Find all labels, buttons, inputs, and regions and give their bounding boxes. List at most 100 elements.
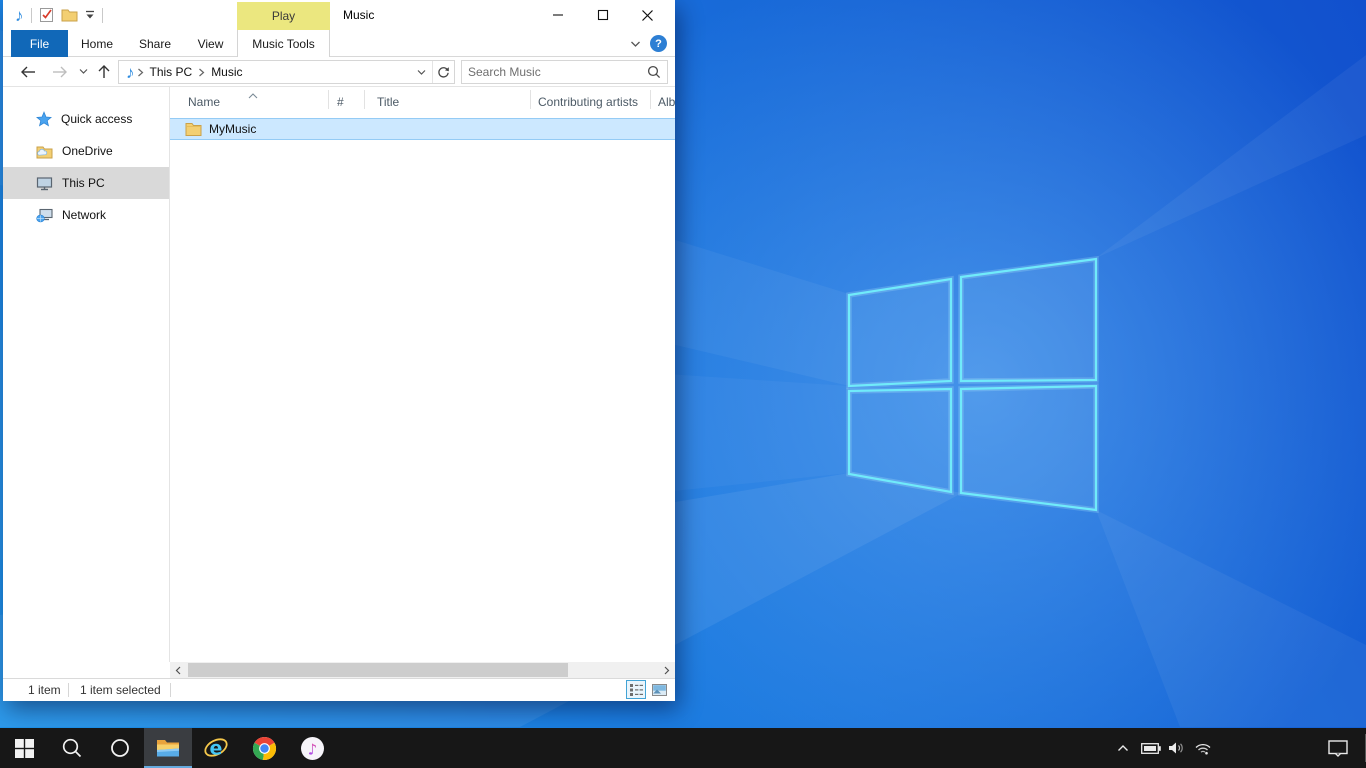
customize-quick-access-button[interactable] xyxy=(85,10,95,20)
details-view-button[interactable] xyxy=(626,680,646,699)
breadcrumb-music[interactable]: Music xyxy=(205,65,248,79)
minimize-ribbon-button[interactable] xyxy=(630,37,641,51)
tab-music-tools[interactable]: Music Tools xyxy=(237,30,330,57)
scroll-left-button[interactable] xyxy=(170,662,186,678)
back-button[interactable] xyxy=(19,65,37,79)
sidebar-item-label: Quick access xyxy=(61,112,132,126)
close-button[interactable] xyxy=(625,0,670,30)
chevron-right-icon xyxy=(664,666,670,675)
column-divider[interactable] xyxy=(328,90,329,109)
column-header-album[interactable]: Alb xyxy=(658,95,675,109)
horizontal-scrollbar[interactable] xyxy=(170,662,675,678)
action-center-icon xyxy=(1328,740,1348,757)
sidebar-item-this-pc[interactable]: This PC xyxy=(3,167,169,199)
wifi-tray-button[interactable] xyxy=(1190,728,1216,768)
window-body: Quick access OneDrive This PC xyxy=(3,87,675,662)
file-list-pane: Name # Title Contributing artists Alb M xyxy=(170,87,675,662)
cortana-button[interactable] xyxy=(96,728,144,768)
chevron-up-icon xyxy=(1117,744,1129,752)
chrome-icon xyxy=(252,736,277,761)
ribbon-right-controls: ? xyxy=(630,30,667,57)
column-header-row: Name # Title Contributing artists Alb xyxy=(170,87,675,115)
column-header-contributing-artists[interactable]: Contributing artists xyxy=(538,95,638,109)
recent-locations-button[interactable] xyxy=(79,68,88,75)
sidebar-item-network[interactable]: Network xyxy=(3,199,169,231)
maximize-icon xyxy=(597,9,609,21)
window-title: Music xyxy=(343,8,374,22)
up-button[interactable] xyxy=(97,64,111,80)
sort-ascending-icon xyxy=(248,88,258,102)
chevron-down-icon xyxy=(85,10,95,20)
scrollbar-thumb[interactable] xyxy=(188,663,568,677)
volume-tray-button[interactable] xyxy=(1164,728,1190,768)
forward-button[interactable] xyxy=(51,65,69,79)
start-button[interactable] xyxy=(0,728,48,768)
address-dropdown-button[interactable] xyxy=(411,65,432,79)
tab-share[interactable]: Share xyxy=(126,30,184,57)
view-toggle-group xyxy=(626,680,669,699)
sidebar-item-onedrive[interactable]: OneDrive xyxy=(3,135,169,167)
new-folder-icon xyxy=(61,8,78,22)
breadcrumb-chevron-icon xyxy=(198,68,205,77)
refresh-button[interactable] xyxy=(432,61,454,83)
column-divider[interactable] xyxy=(364,90,365,109)
chevron-down-icon xyxy=(417,69,426,76)
taskbar: e ♪ xyxy=(0,728,1366,768)
chevron-down-icon xyxy=(79,68,88,75)
file-row-mymusic[interactable]: MyMusic xyxy=(170,118,675,140)
navigation-pane: Quick access OneDrive This PC xyxy=(3,87,169,662)
minimize-button[interactable] xyxy=(535,0,580,30)
new-folder-button[interactable] xyxy=(61,8,78,22)
windows-start-icon xyxy=(15,739,34,758)
tab-home[interactable]: Home xyxy=(68,30,126,57)
title-bar[interactable]: ♪ xyxy=(3,0,675,30)
toolbar-separator xyxy=(102,8,103,23)
caption-buttons xyxy=(535,0,670,30)
help-icon: ? xyxy=(655,38,662,50)
properties-icon xyxy=(39,7,54,23)
toolbar-separator xyxy=(31,8,32,23)
tab-view[interactable]: View xyxy=(184,30,237,57)
scroll-right-button[interactable] xyxy=(659,662,675,678)
column-divider[interactable] xyxy=(530,90,531,109)
breadcrumb-this-pc[interactable]: This PC xyxy=(144,65,199,79)
ribbon-tab-strip: File Home Share View Music Tools xyxy=(3,30,675,57)
sidebar-item-label: This PC xyxy=(62,176,105,190)
search-input[interactable] xyxy=(468,65,647,79)
address-bar: ♪ This PC Music xyxy=(3,57,675,87)
details-view-icon xyxy=(630,684,643,696)
cortana-icon xyxy=(110,738,130,758)
tab-play-header[interactable]: Play xyxy=(237,2,330,30)
column-header-title[interactable]: Title xyxy=(377,95,399,109)
column-header-number[interactable]: # xyxy=(337,95,344,109)
column-header-name[interactable]: Name xyxy=(188,95,220,109)
address-input[interactable]: ♪ This PC Music xyxy=(118,60,455,84)
status-bar: 1 item 1 item selected xyxy=(3,678,675,700)
taskbar-chrome-button[interactable] xyxy=(240,728,288,768)
tab-file[interactable]: File xyxy=(11,30,68,57)
sidebar-item-quick-access[interactable]: Quick access xyxy=(3,103,169,135)
search-box[interactable] xyxy=(461,60,668,84)
taskbar-itunes-button[interactable]: ♪ xyxy=(288,728,336,768)
file-name: MyMusic xyxy=(209,122,256,136)
help-button[interactable]: ? xyxy=(650,35,667,52)
monitor-icon xyxy=(36,176,53,191)
properties-button[interactable] xyxy=(39,7,54,23)
wifi-icon xyxy=(1194,741,1212,755)
taskbar-internet-explorer-button[interactable]: e xyxy=(192,728,240,768)
file-explorer-icon xyxy=(156,738,180,758)
column-divider[interactable] xyxy=(650,90,651,109)
speaker-icon xyxy=(1168,741,1186,755)
thumbnail-view-button[interactable] xyxy=(649,680,669,699)
hidden-icons-button[interactable] xyxy=(1110,728,1136,768)
desktop: ♪ xyxy=(0,0,1366,768)
action-center-button[interactable] xyxy=(1322,728,1354,768)
back-arrow-icon xyxy=(19,65,37,79)
taskbar-search-button[interactable] xyxy=(48,728,96,768)
item-count: 1 item xyxy=(28,683,61,697)
maximize-button[interactable] xyxy=(580,0,625,30)
music-folder-icon: ♪ xyxy=(119,64,137,81)
taskbar-file-explorer-button[interactable] xyxy=(144,728,192,768)
battery-tray-button[interactable] xyxy=(1138,728,1164,768)
up-arrow-icon xyxy=(97,64,111,80)
